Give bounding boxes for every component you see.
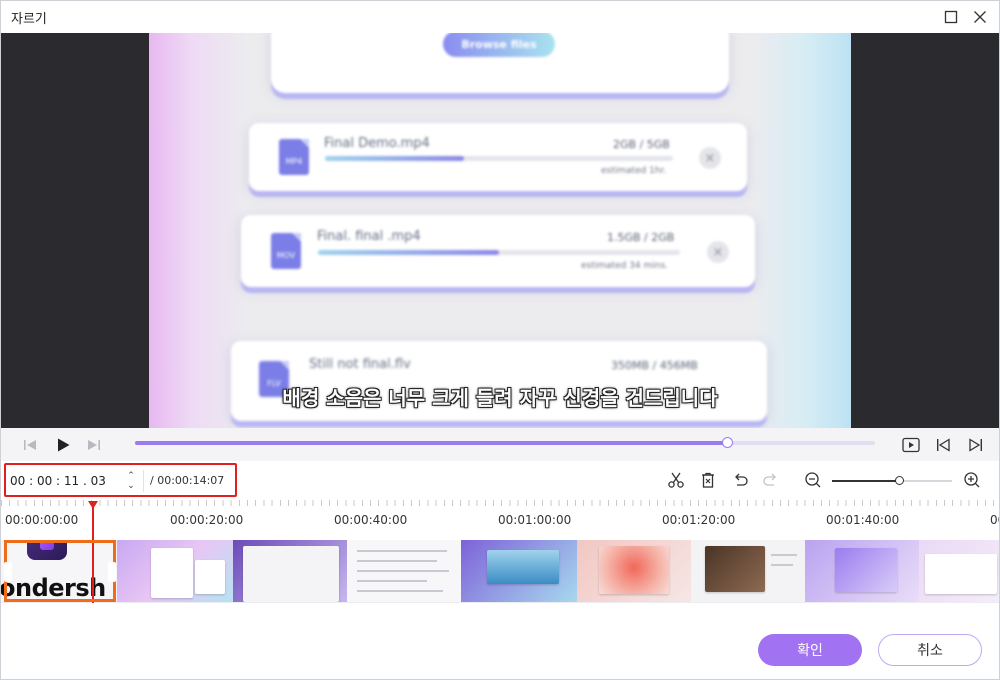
ruler-ticks [1,500,999,506]
playback-progress[interactable] [135,437,875,448]
upload-card: Browse files [271,33,729,93]
zoom-slider-fill [832,480,900,482]
ruler-label: 00:01:40:00 [826,513,900,527]
clip-thumbnail [691,540,805,602]
ruler-label: 00:01:00:00 [498,513,572,527]
zoom-slider[interactable] [832,476,952,485]
file-progress [325,156,673,161]
current-time-input[interactable]: 00 : 00 : 11 . 03 [10,471,120,491]
selected-clip-frame[interactable] [4,540,116,602]
time-input-box: 00 : 00 : 11 . 03 ⌃ ⌄ / 00:00:14:07 [4,463,237,497]
remove-file-icon: × [707,241,729,263]
time-divider [143,470,144,492]
clip-thumbnail [919,540,999,602]
maximize-icon[interactable] [942,8,960,26]
zoom-out-icon[interactable] [803,470,823,490]
window-title: 자르기 [11,12,47,27]
file-type-icon: MP4 [279,139,309,175]
playback-bar [1,428,999,461]
browse-files-button: Browse files [443,33,555,57]
file-card: MOV Final. final .mp4 1.5GB / 2GB estima… [241,215,755,287]
file-estimate: estimated 1hr. [601,166,667,176]
file-estimate: estimated 34 mins. [581,261,669,271]
ruler-label: 00:02:00:00 [990,513,999,527]
undo-icon[interactable] [730,470,750,490]
spinner-down-icon[interactable]: ⌄ [127,481,135,491]
file-size: 2GB / 5GB [613,138,670,151]
file-size: 350MB / 456MB [611,359,698,372]
clip-thumbnail [117,540,233,602]
trim-dialog: 자르기 Browse files MP4 Final Demo.mp4 2GB … [0,0,1000,680]
preview-screen-icon[interactable] [901,435,921,455]
timeline-ruler[interactable]: 00:00:00:00 00:00:20:00 00:00:40:00 00:0… [1,500,999,540]
video-subtitle: 배경 소음은 너무 크게 들려 자꾸 신경을 건드립니다 [282,386,718,410]
file-name: Final Demo.mp4 [324,136,430,151]
trim-handle-right[interactable] [108,562,116,582]
play-icon[interactable] [53,435,73,455]
clip-thumbnail [577,540,691,602]
clip-thumbnail [805,540,919,602]
scissors-icon[interactable] [666,470,686,490]
clip-thumbnail [233,540,347,602]
playback-progress-knob[interactable] [722,437,733,448]
clip-filmstrip[interactable]: ondersh [1,540,999,602]
ruler-label: 00:00:00:00 [5,513,79,527]
file-progress-fill [318,250,499,255]
clip-thumbnail [461,540,577,602]
playback-progress-fill [135,441,727,445]
time-spinner[interactable]: ⌃ ⌄ [122,468,140,494]
trim-handle-left[interactable] [4,562,12,582]
step-forward-icon[interactable] [84,435,104,455]
title-bar: 자르기 [1,1,999,33]
cancel-button[interactable]: 취소 [878,634,982,666]
file-name: Still not final.flv [309,357,411,372]
ruler-label: 00:00:20:00 [170,513,244,527]
clip-thumbnail [347,540,461,602]
file-progress-fill [325,156,465,161]
zoom-in-icon[interactable] [962,470,982,490]
file-progress [318,250,680,255]
remove-file-icon: × [699,147,721,169]
total-duration: / 00:00:14:07 [150,474,225,487]
footer-divider [1,602,999,603]
ruler-label: 00:00:40:00 [334,513,408,527]
mark-out-icon[interactable] [966,435,986,455]
confirm-button[interactable]: 확인 [758,634,862,666]
ruler-label: 00:01:20:00 [662,513,736,527]
zoom-slider-knob[interactable] [895,476,905,485]
step-back-icon[interactable] [20,435,40,455]
mark-in-icon[interactable] [933,435,953,455]
file-name: Final. final .mp4 [317,229,421,244]
video-frame: Browse files MP4 Final Demo.mp4 2GB / 5G… [149,33,851,428]
trash-icon[interactable] [698,470,718,490]
video-preview: Browse files MP4 Final Demo.mp4 2GB / 5G… [1,33,999,428]
close-icon[interactable] [971,8,989,26]
redo-icon[interactable] [761,470,781,490]
file-size: 1.5GB / 2GB [607,231,675,244]
file-type-icon: MOV [271,233,301,269]
file-card: MP4 Final Demo.mp4 2GB / 5GB estimated 1… [249,123,747,191]
spinner-up-icon[interactable]: ⌃ [127,471,135,481]
